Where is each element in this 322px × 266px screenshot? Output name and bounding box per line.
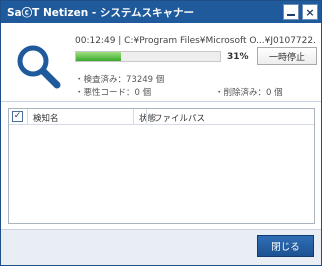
table-header: ✓ 検知名 状態 ファイルパス <box>9 109 314 125</box>
scan-progress-percent: 31% <box>227 52 249 62</box>
scan-progress-bar <box>75 51 221 62</box>
scanner-window: SaⓒT Netizen - システムスキャナー × 00:12:49 | C:… <box>0 0 322 266</box>
scan-status-path: 00:12:49 | C:¥Program Files¥Microsoft O.… <box>75 36 315 46</box>
scanned-count: ・検査済み：73249 個 <box>75 75 165 85</box>
minimize-icon <box>287 14 295 16</box>
column-separator <box>146 109 147 124</box>
deleted-count: ・削除済み：0 個 <box>215 88 283 98</box>
check-icon: ✓ <box>13 111 22 121</box>
pause-button[interactable]: 一時停止 <box>257 47 317 65</box>
scan-progress-fill <box>76 52 121 61</box>
detection-table: ✓ 検知名 状態 ファイルパス <box>8 108 315 224</box>
magnifier-icon <box>17 45 61 89</box>
close-window-button[interactable]: × <box>302 4 318 20</box>
malicious-count: ・悪性コード：0 個 <box>75 88 152 98</box>
section-divider <box>1 101 321 102</box>
column-separator <box>133 109 134 124</box>
column-header-detection-name[interactable]: 検知名 <box>33 112 59 124</box>
column-header-file-path[interactable]: ファイルパス <box>154 112 205 124</box>
window-title: SaⓒT Netizen - システムスキャナー <box>7 7 195 19</box>
select-all-checkbox[interactable]: ✓ <box>12 111 23 122</box>
title-bar: SaⓒT Netizen - システムスキャナー × <box>1 1 321 23</box>
close-icon: × <box>305 5 315 19</box>
column-separator <box>27 109 28 124</box>
minimize-button[interactable] <box>283 4 299 20</box>
close-button[interactable]: 閉じる <box>257 235 314 257</box>
